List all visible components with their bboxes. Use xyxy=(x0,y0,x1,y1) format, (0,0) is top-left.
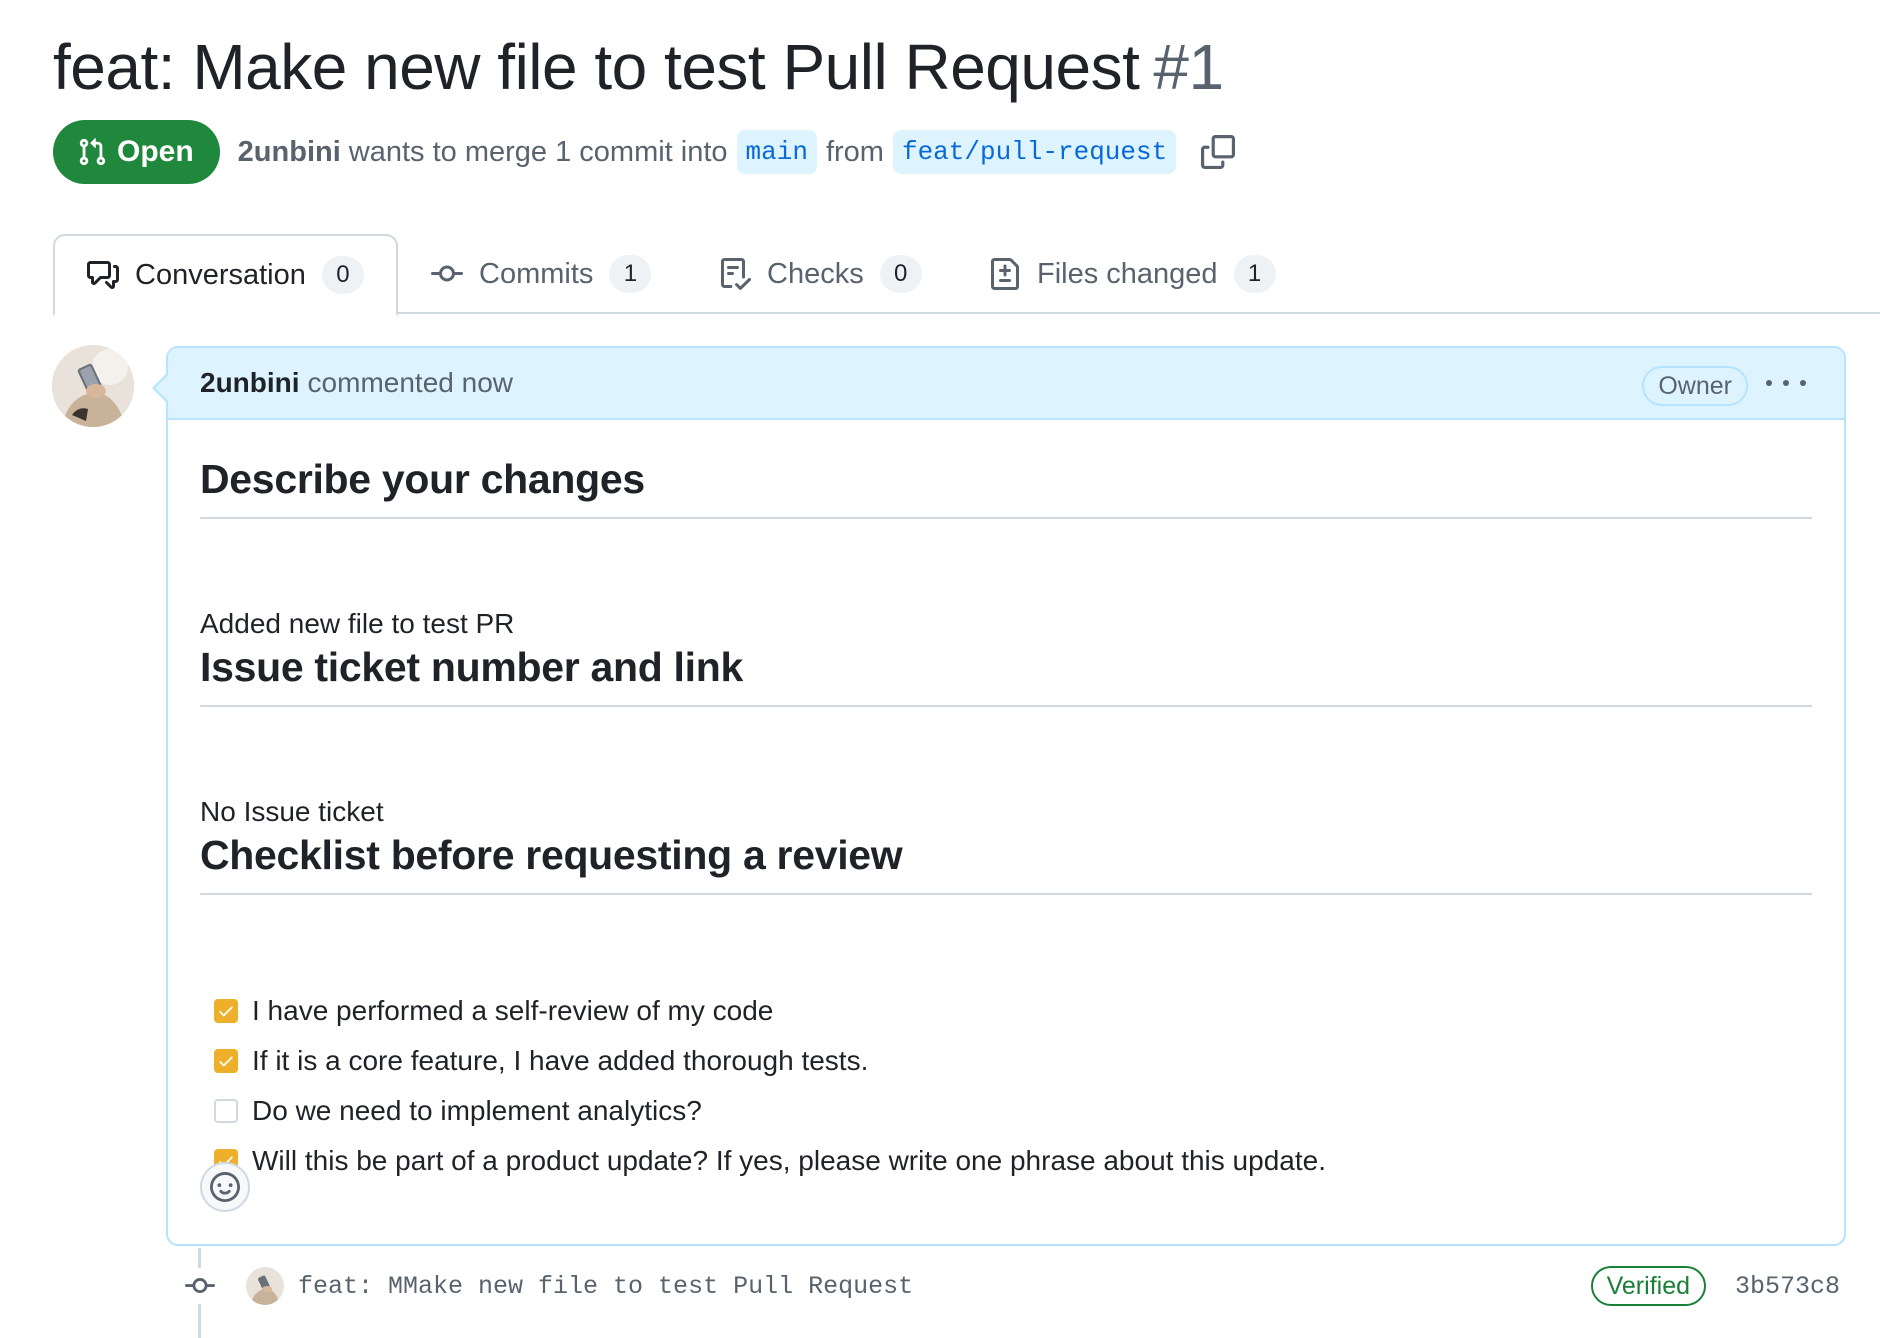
commit-sha-link[interactable]: 3b573c8 xyxy=(1735,1272,1840,1301)
heading-issue-ticket: Issue ticket number and link xyxy=(200,644,1812,707)
tab-checks[interactable]: Checks 0 xyxy=(719,234,922,314)
task-list-item: If it is a core feature, I have added th… xyxy=(214,1036,1326,1086)
tab-files-changed-label: Files changed xyxy=(1037,257,1218,290)
task-list-item: Do we need to implement analytics? xyxy=(214,1086,1326,1136)
comment-action: commented now xyxy=(307,367,513,398)
commit-author-avatar[interactable] xyxy=(246,1267,284,1305)
task-list-item: I have performed a self-review of my cod… xyxy=(214,986,1326,1036)
task-label: Will this be part of a product update? I… xyxy=(252,1145,1326,1176)
add-reaction-button[interactable] xyxy=(200,1162,250,1212)
checkbox-unchecked[interactable] xyxy=(214,1099,238,1123)
git-pull-request-icon xyxy=(79,138,106,166)
merge-info: 2unbini wants to merge 1 commit into mai… xyxy=(238,130,1236,174)
task-label: Do we need to implement analytics? xyxy=(252,1095,702,1126)
checkbox-checked[interactable] xyxy=(214,1049,238,1073)
describe-changes-text: Added new file to test PR xyxy=(200,608,515,639)
comment-arrow-fill xyxy=(155,374,169,402)
task-list: I have performed a self-review of my cod… xyxy=(214,986,1326,1186)
tab-conversation-counter: 0 xyxy=(321,256,364,294)
pr-author-link[interactable]: 2unbini xyxy=(238,136,341,169)
tab-files-changed-counter: 1 xyxy=(1233,255,1276,293)
comment-header: 2unbini commented now Owner xyxy=(168,348,1844,420)
tab-commits-counter: 1 xyxy=(609,255,652,293)
comment-author-link[interactable]: 2unbini xyxy=(200,367,300,399)
task-label: I have performed a self-review of my cod… xyxy=(252,995,774,1026)
issue-ticket-text: No Issue ticket xyxy=(200,796,384,827)
pr-title: feat: Make new file to test Pull Request… xyxy=(53,30,1224,104)
git-commit-icon xyxy=(431,265,463,282)
comment-card: 2unbini commented now Owner Describe you… xyxy=(166,346,1846,1246)
timeline-commit: feat: MMake new file to test Pull Reques… xyxy=(182,1260,1840,1312)
pr-tabs: Conversation 0 Commits 1 Checks 0 Files … xyxy=(53,234,1880,316)
kebab-dot xyxy=(1783,380,1789,386)
file-diff-icon xyxy=(991,258,1019,290)
git-commit-icon xyxy=(182,1268,218,1304)
pr-number: #1 xyxy=(1153,31,1224,103)
checkbox-checked[interactable] xyxy=(214,999,238,1023)
tab-conversation-label: Conversation xyxy=(135,258,306,291)
more-options-button[interactable] xyxy=(1766,368,1806,398)
owner-badge: Owner xyxy=(1642,366,1748,406)
heading-checklist: Checklist before requesting a review xyxy=(200,832,1812,895)
commit-message-link[interactable]: feat: MMake new file to test Pull Reques… xyxy=(298,1272,913,1301)
tab-checks-counter: 0 xyxy=(879,255,922,293)
pr-state-row: Open 2unbini wants to merge 1 commit int… xyxy=(53,120,1236,184)
avatar[interactable] xyxy=(52,345,134,427)
base-branch[interactable]: main xyxy=(736,130,817,174)
tab-commits[interactable]: Commits 1 xyxy=(431,234,652,314)
tab-files-changed[interactable]: Files changed 1 xyxy=(989,234,1276,314)
kebab-dot xyxy=(1766,380,1772,386)
from-text: from xyxy=(825,135,884,168)
smiley-icon xyxy=(210,1172,240,1202)
merge-text: wants to merge 1 commit into xyxy=(348,135,728,168)
tab-checks-label: Checks xyxy=(767,257,864,290)
state-badge: Open xyxy=(53,120,220,184)
state-label: Open xyxy=(117,135,194,168)
copy-icon[interactable] xyxy=(1201,135,1236,169)
checklist-icon xyxy=(721,258,751,290)
tab-conversation[interactable]: Conversation 0 xyxy=(53,234,398,316)
comment-discussion-icon xyxy=(87,261,119,289)
pr-title-text: feat: Make new file to test Pull Request xyxy=(53,31,1140,103)
tab-commits-label: Commits xyxy=(479,257,594,290)
kebab-dot xyxy=(1800,380,1806,386)
task-list-item: Will this be part of a product update? I… xyxy=(214,1136,1326,1186)
verified-badge[interactable]: Verified xyxy=(1590,1266,1706,1306)
head-branch[interactable]: feat/pull-request xyxy=(892,130,1177,174)
heading-describe-changes: Describe your changes xyxy=(200,456,1812,519)
task-label: If it is a core feature, I have added th… xyxy=(252,1045,869,1076)
